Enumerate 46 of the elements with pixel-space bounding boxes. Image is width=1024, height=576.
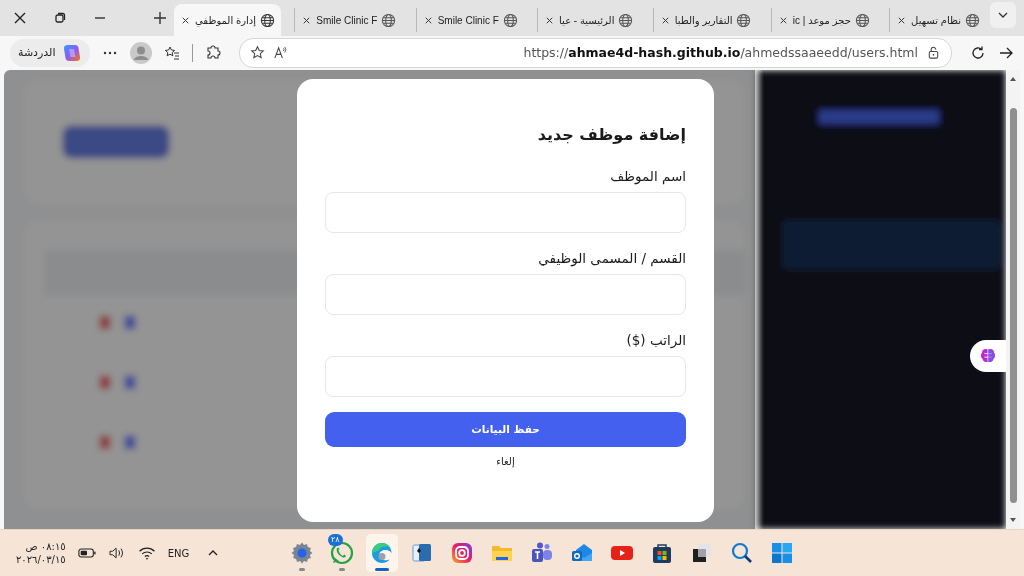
wifi-icon[interactable]: [137, 546, 156, 561]
shopping-bag-icon[interactable]: [650, 541, 674, 566]
globe-icon: [502, 12, 518, 28]
clock-date[interactable]: ٢٠٢٦/٠٣/١٥: [16, 553, 66, 567]
globe-icon: [260, 12, 275, 28]
battery-icon[interactable]: [77, 546, 96, 561]
globe-icon: [965, 12, 980, 28]
notification-badge: ٢٨: [328, 534, 343, 547]
close-icon[interactable]: [12, 10, 28, 26]
language-indicator[interactable]: ENG: [167, 547, 190, 559]
scrollbar[interactable]: [1006, 69, 1020, 530]
refresh-icon[interactable]: [970, 44, 986, 61]
camera-icon[interactable]: [450, 541, 474, 566]
profile-avatar[interactable]: [129, 41, 152, 64]
globe-icon: [381, 12, 397, 28]
browser-tab[interactable]: حجز موعد | ic: [770, 8, 876, 32]
favorites-icon[interactable]: [163, 44, 180, 61]
save-button[interactable]: حفظ البيانات: [325, 411, 686, 447]
browser-tab[interactable]: نظام تسهيل: [889, 8, 986, 32]
globe-icon: [854, 12, 870, 28]
browser-tab[interactable]: الرئيسية - عيا: [537, 8, 640, 32]
dialog-title: إضافة موظف جديد: [537, 124, 686, 144]
chat-button[interactable]: الدردشة: [10, 38, 90, 67]
clock-time[interactable]: ٠٨:١٥ ص: [16, 540, 66, 554]
browser-tab[interactable]: إدارة الموظفي: [174, 4, 281, 36]
input-field[interactable]: [325, 191, 686, 233]
brain-icon: [979, 346, 997, 365]
field-label: الراتب ($): [626, 331, 686, 348]
address-bar[interactable]: https://ahmae4d-hash.github.io/ahmedssaaeedd/users.html: [238, 37, 952, 68]
browser-tab[interactable]: Smile Clinic F: [294, 8, 403, 32]
browser-tab[interactable]: التقارير والطبا: [652, 8, 758, 32]
globe-icon: [618, 12, 634, 28]
field-label: اسم الموظف: [610, 167, 686, 184]
restore-icon[interactable]: [52, 10, 68, 26]
new-tab-icon[interactable]: [152, 10, 168, 26]
cancel-link[interactable]: إلغاء: [496, 455, 515, 467]
input-field[interactable]: [325, 355, 686, 397]
volume-icon[interactable]: [107, 546, 126, 561]
gear-icon[interactable]: [290, 541, 314, 566]
globe-icon: [736, 12, 752, 28]
field-label: القسم / المسمى الوظيفي: [538, 249, 686, 266]
input-field[interactable]: [325, 273, 686, 315]
extensions-icon[interactable]: [204, 44, 221, 61]
browser-tab[interactable]: Smile Clinic F: [415, 8, 524, 32]
chat-bubble-icon[interactable]: [330, 541, 354, 566]
windows-logo-icon[interactable]: [770, 541, 794, 566]
